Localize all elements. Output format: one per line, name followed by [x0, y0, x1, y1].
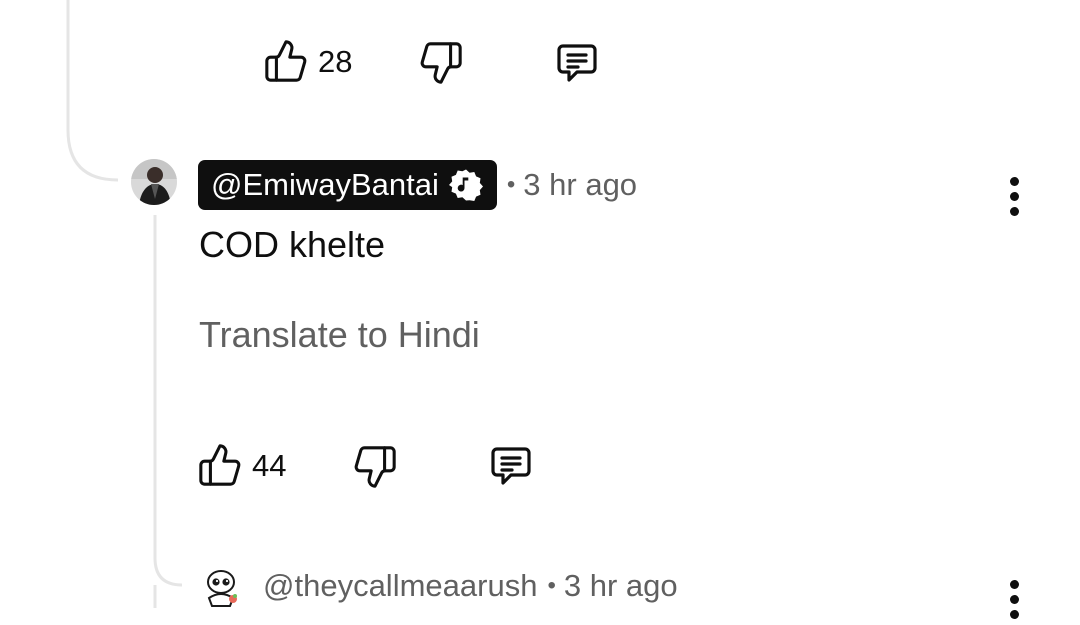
- more-vert-icon: [1009, 580, 1019, 589]
- thumbs-down-icon: [420, 42, 462, 84]
- thread-lines: [66, 0, 183, 608]
- creator-handle-chip[interactable]: @EmiwayBantai: [198, 160, 497, 210]
- avatar[interactable]: [131, 159, 177, 205]
- thumbs-down-icon: [354, 446, 396, 488]
- previous-like-button[interactable]: 28: [263, 38, 352, 84]
- previous-reply-button[interactable]: [553, 39, 601, 87]
- next-reply-menu-button[interactable]: [1004, 580, 1024, 625]
- reply-comment-icon: [557, 44, 597, 82]
- next-reply-timestamp: 3 hr ago: [563, 568, 678, 603]
- reply-like-button[interactable]: 44: [197, 442, 286, 488]
- reply-text: COD khelte: [199, 224, 386, 265]
- previous-like-count: 28: [318, 43, 353, 79]
- reply-like-count: 44: [252, 447, 287, 483]
- reply-comment-icon: [491, 447, 531, 485]
- translate-button[interactable]: Translate to Hindi: [199, 314, 480, 356]
- reply-header: @EmiwayBantai • 3 hr ago: [198, 160, 637, 210]
- separator-dot: •: [506, 171, 516, 198]
- thumbs-up-icon: [199, 444, 241, 486]
- next-reply-avatar[interactable]: [202, 568, 242, 608]
- music-note-verified-badge-icon: [448, 168, 483, 202]
- reply-dislike-button[interactable]: [352, 444, 398, 490]
- reply-timestamp: 3 hr ago: [523, 167, 638, 202]
- previous-dislike-button[interactable]: [418, 40, 464, 86]
- thumbs-up-icon: [265, 40, 307, 82]
- reply-reply-button[interactable]: [487, 442, 535, 490]
- creator-handle: @EmiwayBantai: [211, 167, 439, 202]
- next-reply-header: @theycallmeaarush • 3 hr ago: [263, 568, 678, 604]
- reply-menu-button[interactable]: [1004, 177, 1024, 222]
- separator-dot: •: [547, 572, 556, 599]
- more-vert-icon: [1009, 177, 1019, 186]
- next-reply-handle[interactable]: @theycallmeaarush: [263, 568, 537, 604]
